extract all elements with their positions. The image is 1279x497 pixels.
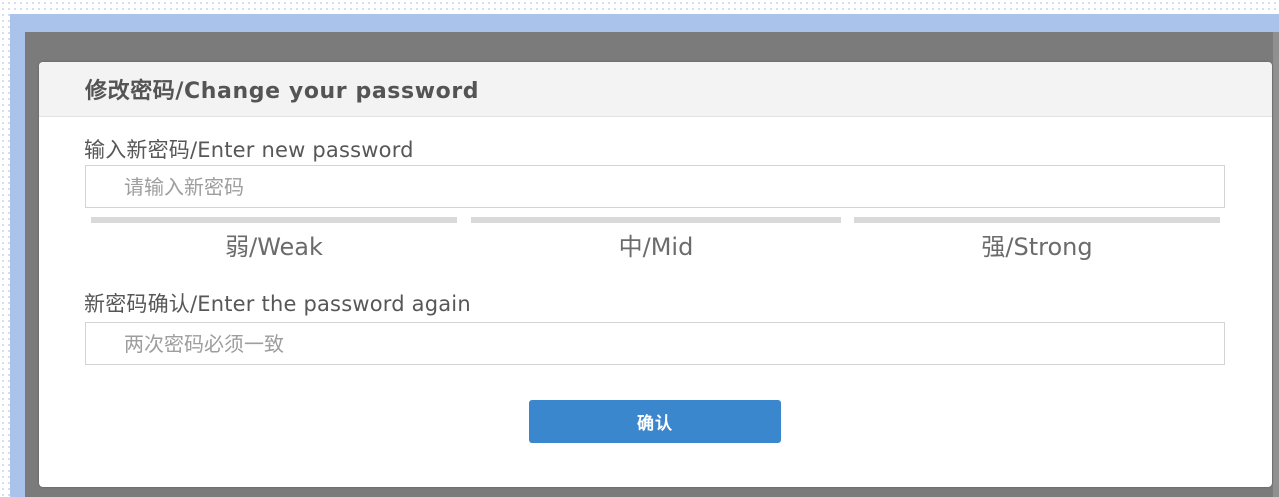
strength-label-mid: 中/Mid (618, 233, 694, 261)
confirm-password-label: 新密码确认/Enter the password again (84, 292, 471, 316)
strength-label-weak: 弱/Weak (225, 233, 323, 261)
new-password-input[interactable] (85, 165, 1225, 208)
new-password-label: 输入新密码/Enter new password (84, 138, 414, 162)
dialog-title: 修改密码/Change your password (85, 79, 480, 104)
overlay-edge (1273, 32, 1279, 497)
confirm-password-input[interactable] (85, 322, 1225, 365)
dialog-header: 修改密码/Change your password (39, 62, 1272, 117)
confirm-button[interactable]: 确认 (529, 400, 781, 443)
strength-bar-strong (854, 217, 1220, 223)
strength-bar-weak (91, 217, 457, 223)
change-password-dialog: 修改密码/Change your password 输入新密码/Enter ne… (39, 62, 1272, 487)
strength-label-strong: 强/Strong (981, 233, 1093, 261)
strength-bar-mid (471, 217, 841, 223)
